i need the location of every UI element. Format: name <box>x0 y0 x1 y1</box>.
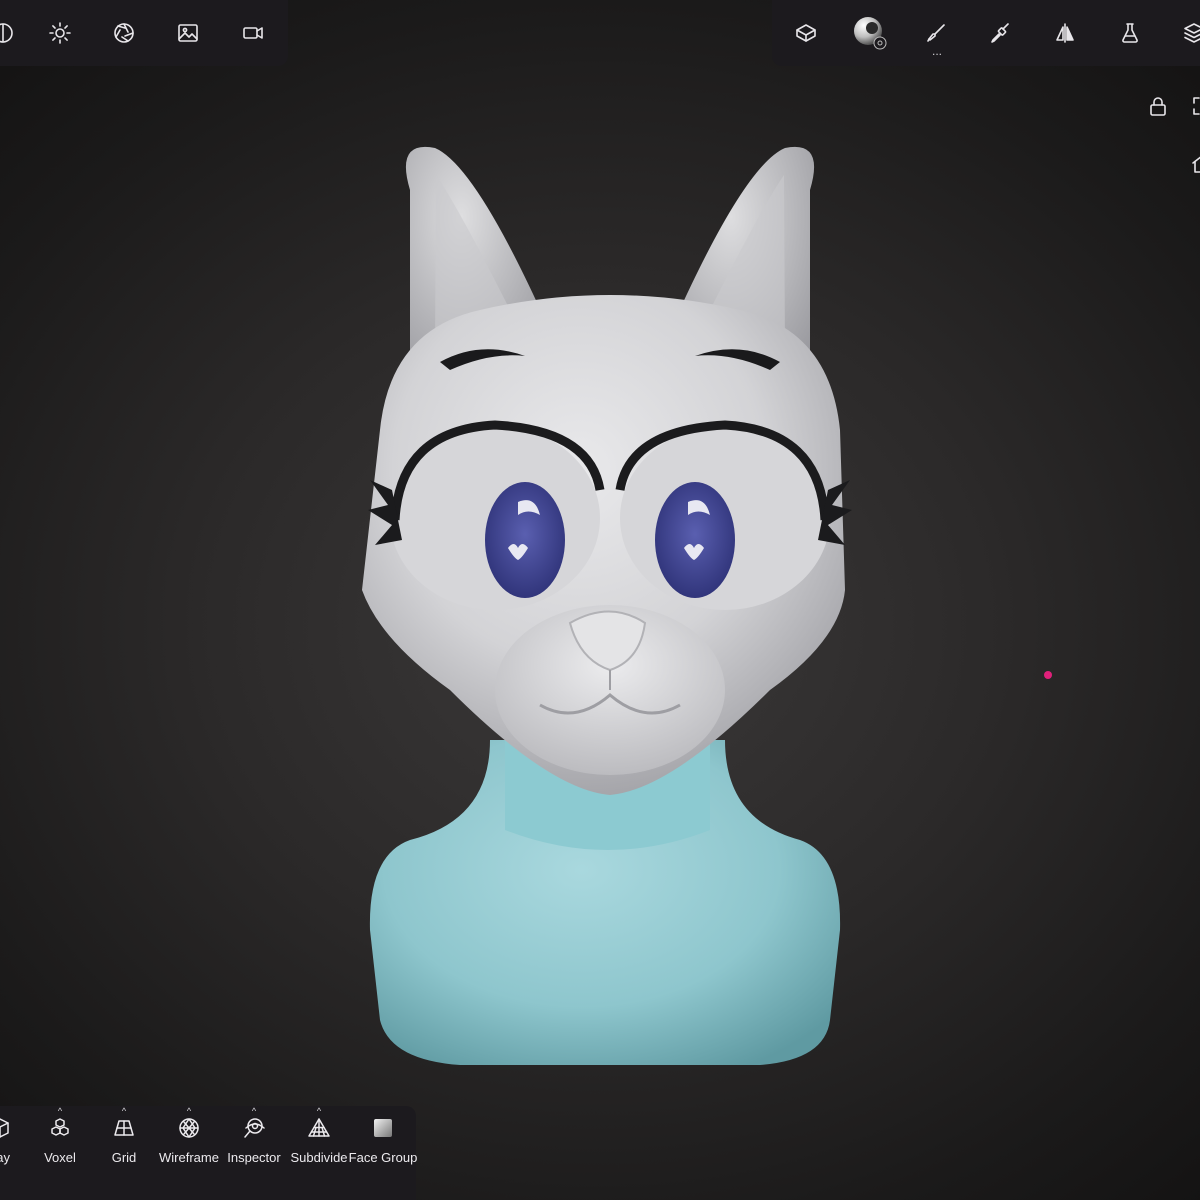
face-group-icon <box>371 1116 395 1140</box>
fullscreen-icon[interactable] <box>1190 94 1200 118</box>
face-group-label: Face Group <box>348 1150 418 1165</box>
image-icon[interactable] <box>171 16 205 50</box>
symmetry-icon[interactable] <box>1048 16 1082 50</box>
voxel-icon <box>48 1116 72 1140</box>
wireframe-icon <box>177 1116 201 1140</box>
aperture-icon[interactable] <box>107 16 141 50</box>
paint-brush-icon[interactable] <box>983 16 1017 50</box>
sculpt-model[interactable] <box>340 130 880 1090</box>
sun-icon[interactable] <box>43 16 77 50</box>
material-sphere-icon[interactable] <box>853 16 887 50</box>
home-icon[interactable] <box>1190 152 1200 176</box>
scene-icon[interactable] <box>789 16 823 50</box>
brush-badge: ... <box>932 44 943 58</box>
partial-icon[interactable] <box>0 16 20 50</box>
inspector-icon <box>242 1116 266 1140</box>
grid-icon <box>112 1116 136 1140</box>
pivot-point[interactable] <box>1044 671 1052 679</box>
flask-icon[interactable] <box>1113 16 1147 50</box>
lock-icon[interactable] <box>1146 94 1170 118</box>
display-label: ay <box>0 1150 10 1165</box>
cube-icon <box>0 1116 12 1140</box>
layers-icon[interactable] <box>1177 16 1200 50</box>
subdivide-icon <box>307 1116 331 1140</box>
face-group-button[interactable]: Face Group <box>343 1106 423 1200</box>
video-icon[interactable] <box>236 16 270 50</box>
